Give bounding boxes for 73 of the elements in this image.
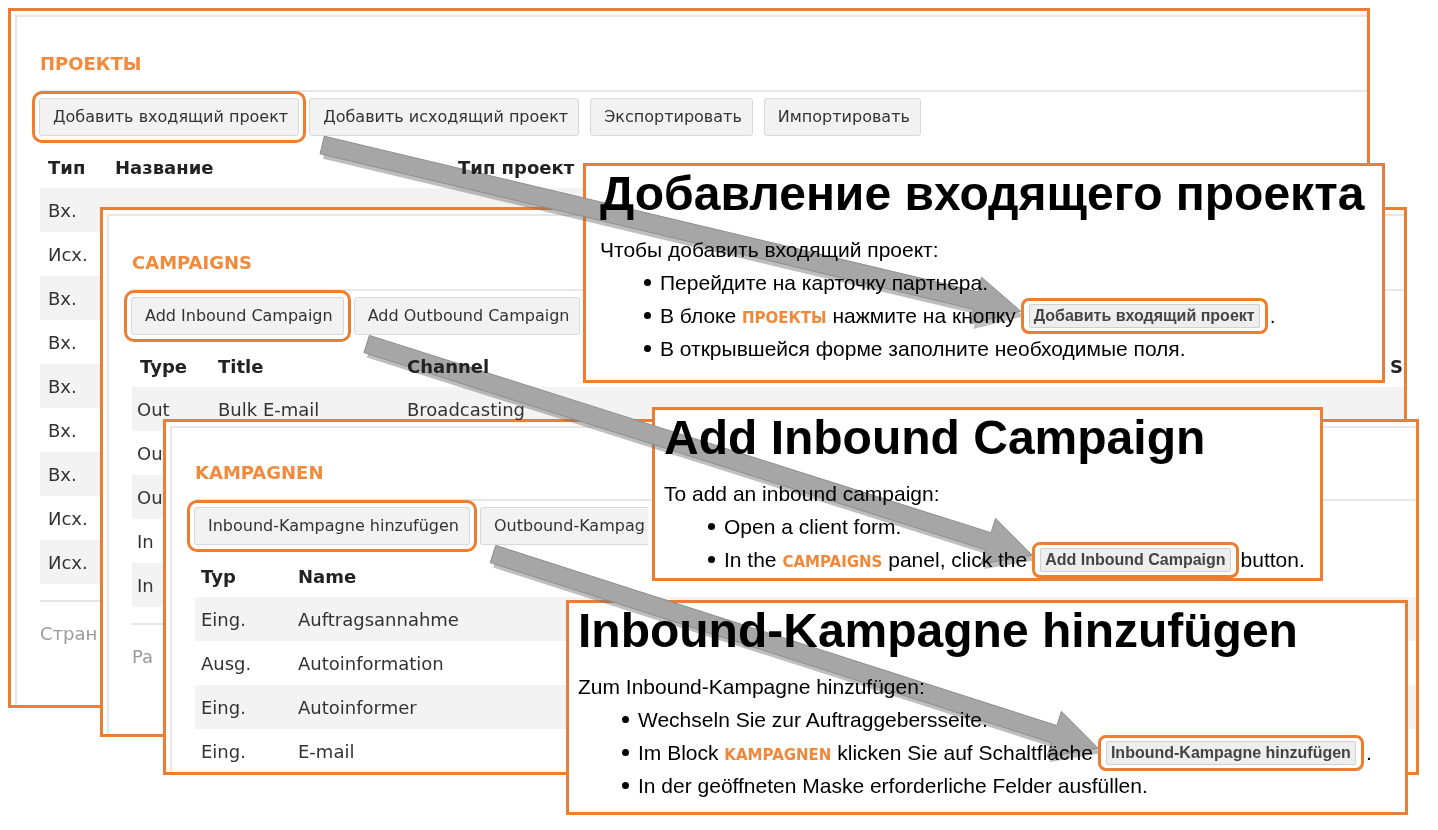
step-text: В блоке ПРОЕКТЫ нажмите на кнопку bbox=[660, 303, 1016, 328]
bullet-icon bbox=[622, 716, 629, 723]
help-heading: Inbound-Kampagne hinzufügen bbox=[578, 603, 1298, 659]
table-cell: Ou bbox=[137, 486, 163, 508]
toolbar-button[interactable]: Outbound-Kampag bbox=[480, 507, 648, 545]
column-header: Title bbox=[218, 355, 264, 377]
step-text: In the CAMPAIGNS panel, click the bbox=[724, 547, 1028, 572]
bullet-icon bbox=[644, 279, 651, 286]
table-cell: Вх. bbox=[48, 463, 77, 485]
help-heading: Add Inbound Campaign bbox=[664, 410, 1206, 466]
panel-title: KAMPAGNEN bbox=[195, 462, 324, 484]
button-snippet: Добавить входящий проект bbox=[1028, 303, 1260, 328]
table-cell: Out bbox=[137, 398, 170, 420]
bullet-icon bbox=[644, 345, 651, 352]
table-cell: Исх. bbox=[48, 243, 88, 265]
table-cell: Eing. bbox=[201, 696, 246, 718]
step-text: . bbox=[1269, 303, 1276, 328]
toolbar-button[interactable]: Inbound-Kampagne hinzufügen bbox=[194, 507, 470, 545]
column-header: Тип проект bbox=[458, 156, 575, 178]
panel-title: ПРОЕКТЫ bbox=[40, 53, 142, 75]
step-text: In der geöffneten Maske erforderliche Felder ausfüllen. bbox=[638, 773, 1148, 798]
table-cell: Auftragsannahme bbox=[298, 608, 459, 630]
table-cell: Eing. bbox=[201, 608, 246, 630]
bullet-icon bbox=[708, 523, 715, 530]
table-cell: Autoinformation bbox=[298, 652, 444, 674]
table-cell: E-mail bbox=[298, 740, 355, 762]
table-cell: In bbox=[137, 530, 154, 552]
help-intro: To add an inbound campaign: bbox=[664, 481, 940, 507]
step-text: . bbox=[1365, 740, 1372, 765]
table-cell: Вх. bbox=[48, 419, 77, 441]
button-snippet: Add Inbound Campaign bbox=[1040, 547, 1231, 572]
toolbar-button[interactable]: Импортировать bbox=[763, 98, 921, 136]
toolbar-button[interactable]: Добавить исходящий проект bbox=[309, 98, 580, 136]
table-cell: Исх. bbox=[48, 507, 88, 529]
table-cell: Вх. bbox=[48, 375, 77, 397]
table-cell: Eing. bbox=[201, 740, 246, 762]
help-heading: Добавление входящего проекта bbox=[600, 166, 1365, 222]
table-cell: In bbox=[137, 574, 154, 596]
toolbar-button[interactable]: Добавить входящий проект bbox=[39, 98, 300, 136]
bullet-icon bbox=[622, 782, 629, 789]
pagination-text: Стран bbox=[40, 622, 98, 646]
help-intro: Zum Inbound-Kampagne hinzufügen: bbox=[578, 674, 925, 700]
step-text: Im Block KAMPAGNEN klicken Sie auf Schaltfläche bbox=[638, 740, 1093, 765]
table-cell: Вх. bbox=[48, 287, 77, 309]
column-header: Name bbox=[298, 565, 357, 587]
step-text: В открывшейся форме заполните необходимые поля. bbox=[660, 336, 1186, 361]
column-header: Название bbox=[115, 156, 214, 178]
step-text: Wechseln Sie zur Auftraggebersseite. bbox=[638, 707, 988, 732]
panel-title: CAMPAIGNS bbox=[132, 252, 253, 274]
table-cell: Autoinformer bbox=[298, 696, 417, 718]
column-header: Typ bbox=[201, 565, 236, 587]
step-text: Open a client form. bbox=[724, 514, 902, 539]
bullet-icon bbox=[644, 312, 651, 319]
table-cell: Bulk E-mail bbox=[218, 398, 320, 420]
button-snippet: Inbound-Kampagne hinzufügen bbox=[1105, 740, 1356, 765]
toolbar-button[interactable]: Экспортировать bbox=[590, 98, 753, 136]
table-cell: Ausg. bbox=[201, 652, 252, 674]
pagination-text: Pa bbox=[132, 645, 154, 669]
toolbar-button[interactable]: Add Inbound Campaign bbox=[131, 297, 344, 335]
table-cell: Ou bbox=[137, 442, 163, 464]
column-header: S bbox=[1390, 355, 1403, 377]
toolbar-button[interactable]: Add Outbound Campaign bbox=[353, 297, 581, 335]
table-cell: Исх. bbox=[48, 551, 88, 573]
step-text: button. bbox=[1240, 547, 1305, 572]
column-header: Тип bbox=[48, 156, 86, 178]
table-cell: Broadcasting bbox=[407, 398, 526, 420]
table-cell: Вх. bbox=[48, 199, 77, 221]
bullet-icon bbox=[622, 749, 629, 756]
bullet-icon bbox=[708, 556, 715, 563]
column-header: Type bbox=[140, 355, 187, 377]
help-intro: Чтобы добавить входящий проект: bbox=[600, 237, 939, 263]
table-cell: Вх. bbox=[48, 331, 77, 353]
step-text: Перейдите на карточку партнера. bbox=[660, 270, 989, 295]
